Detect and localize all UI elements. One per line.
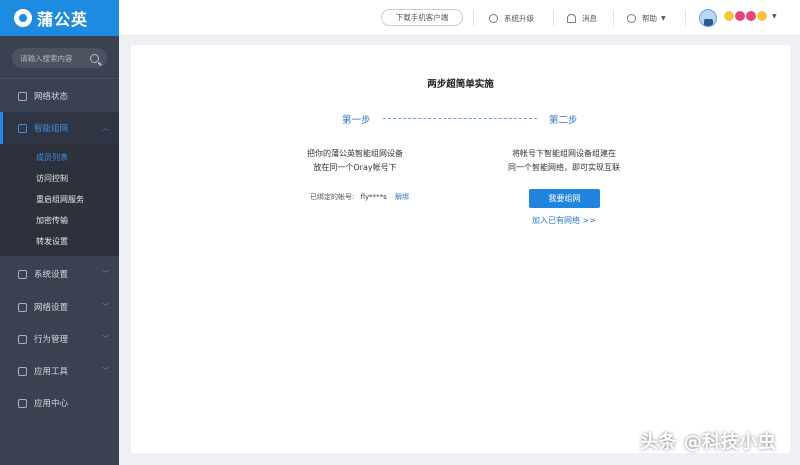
sidebar-item-label: 应用工具 (34, 367, 69, 377)
logo[interactable]: 蒲公英 (0, 0, 119, 36)
divider (613, 10, 614, 26)
sidebar-item-label: 系统设置 (34, 270, 69, 280)
chevron-down-icon: ﹀ (102, 303, 109, 311)
sidebar-item-label: 行为管理 (34, 335, 69, 345)
help-icon (627, 13, 636, 23)
create-network-button[interactable]: 我要组网 (529, 189, 600, 208)
sidebar-item-network-status[interactable]: 网络状态 (0, 80, 119, 112)
bound-account-row: 已绑定的帐号: fly****s 解绑 (310, 192, 409, 202)
step-connector (383, 118, 537, 119)
emoji-face-icon (724, 11, 734, 21)
smart-network-icon (18, 123, 27, 133)
page-title: 两步超简单实施 (427, 79, 494, 90)
sidebar-item-smart-network[interactable]: 智能组网 ︿ (0, 112, 119, 144)
bound-account-value: fly****s (360, 193, 387, 201)
caret-down-icon: ▼ (661, 14, 666, 22)
behavior-icon (18, 334, 27, 344)
step2-label: 第二步 (549, 115, 578, 126)
join-network-link[interactable]: 加入已有网络 >> (529, 215, 599, 226)
emoji-heart-icon (746, 11, 756, 21)
messages-button[interactable]: 消息 (567, 11, 597, 25)
divider (685, 10, 686, 26)
divider (473, 10, 474, 26)
user-menu[interactable]: 😶❤️❤️😶 ▼ (724, 11, 777, 21)
subitem-member-list[interactable]: 成员列表 (0, 147, 119, 168)
watermark: 头条 @科技小虫 (640, 432, 777, 453)
divider (553, 10, 554, 26)
step2-desc-line1: 将帐号下智能组网设备组建在 (512, 149, 616, 158)
divider (0, 78, 119, 79)
caret-down-icon: ▼ (772, 12, 777, 20)
chevron-down-icon: ﹀ (102, 270, 109, 278)
sidebar-item-label: 网络状态 (34, 92, 69, 102)
sidebar-item-behavior[interactable]: 行为管理 ﹀ (0, 323, 119, 355)
system-upgrade-button[interactable]: 系统升级 (489, 11, 534, 25)
system-upgrade-label: 系统升级 (504, 13, 534, 23)
username: 😶❤️❤️😶 (724, 11, 729, 12)
bell-icon (567, 13, 576, 23)
sidebar-item-label: 网络设置 (34, 303, 69, 313)
help-label: 帮助 (642, 13, 657, 23)
chevron-down-icon: ﹀ (102, 335, 109, 343)
search-box (12, 48, 107, 68)
chevron-up-icon: ︿ (102, 124, 109, 132)
app-center-icon (18, 398, 27, 408)
settings-icon (18, 269, 27, 279)
step1-desc-line2: 放在同一个Oray帐号下 (313, 163, 397, 172)
subitem-access-control[interactable]: 访问控制 (0, 168, 119, 189)
subitem-encrypted-transfer[interactable]: 加密传输 (0, 210, 119, 231)
sidebar-item-label: 智能组网 (34, 124, 69, 134)
subitem-forward-settings[interactable]: 转发设置 (0, 231, 119, 252)
tools-icon (18, 366, 27, 376)
step2-desc-line2: 同一个智能网络，即可实现互联 (508, 163, 620, 172)
chevron-down-icon: ﹀ (102, 367, 109, 375)
step1-label: 第一步 (342, 115, 371, 126)
sidebar-item-label: 应用中心 (34, 399, 69, 409)
step1-desc-line1: 把你的蒲公英智能组网设备 (307, 149, 403, 158)
download-client-button[interactable]: 下载手机客户端 (381, 9, 463, 26)
submenu: 成员列表 访问控制 重启组网服务 加密传输 转发设置 (0, 144, 119, 256)
sidebar-item-system-settings[interactable]: 系统设置 ﹀ (0, 258, 119, 290)
logo-icon (14, 9, 32, 27)
main-card: 两步超简单实施 第一步 第二步 把你的蒲公英智能组网设备 放在同一个Oray帐号… (131, 45, 790, 453)
sidebar-item-tools[interactable]: 应用工具 ﹀ (0, 355, 119, 387)
sidebar-item-app-center[interactable]: 应用中心 (0, 387, 119, 419)
network-status-icon (18, 91, 27, 101)
search-icon[interactable] (90, 53, 99, 63)
upgrade-icon (489, 13, 498, 23)
messages-label: 消息 (582, 13, 597, 23)
sidebar-item-network-settings[interactable]: 网络设置 ﹀ (0, 291, 119, 323)
network-settings-icon (18, 302, 27, 312)
step1-description: 把你的蒲公英智能组网设备 放在同一个Oray帐号下 (270, 147, 440, 175)
unbind-link[interactable]: 解绑 (395, 193, 409, 201)
emoji-face-icon (757, 11, 767, 21)
subitem-restart-service[interactable]: 重启组网服务 (0, 189, 119, 210)
emoji-heart-icon (735, 11, 745, 21)
bound-account-label: 已绑定的帐号: (310, 193, 355, 201)
step2-description: 将帐号下智能组网设备组建在 同一个智能网络，即可实现互联 (479, 147, 649, 175)
brand-name: 蒲公英 (37, 10, 89, 29)
search-input[interactable] (20, 53, 90, 63)
top-bar: 下载手机客户端 系统升级 消息 帮助 ▼ 😶❤️❤️😶 ▼ (119, 0, 800, 36)
help-menu[interactable]: 帮助 ▼ (627, 11, 666, 25)
avatar[interactable] (699, 9, 717, 27)
sidebar: 蒲公英 网络状态 智能组网 ︿ 成员列表 访问控制 重启组网服务 加密传输 转发… (0, 0, 119, 465)
